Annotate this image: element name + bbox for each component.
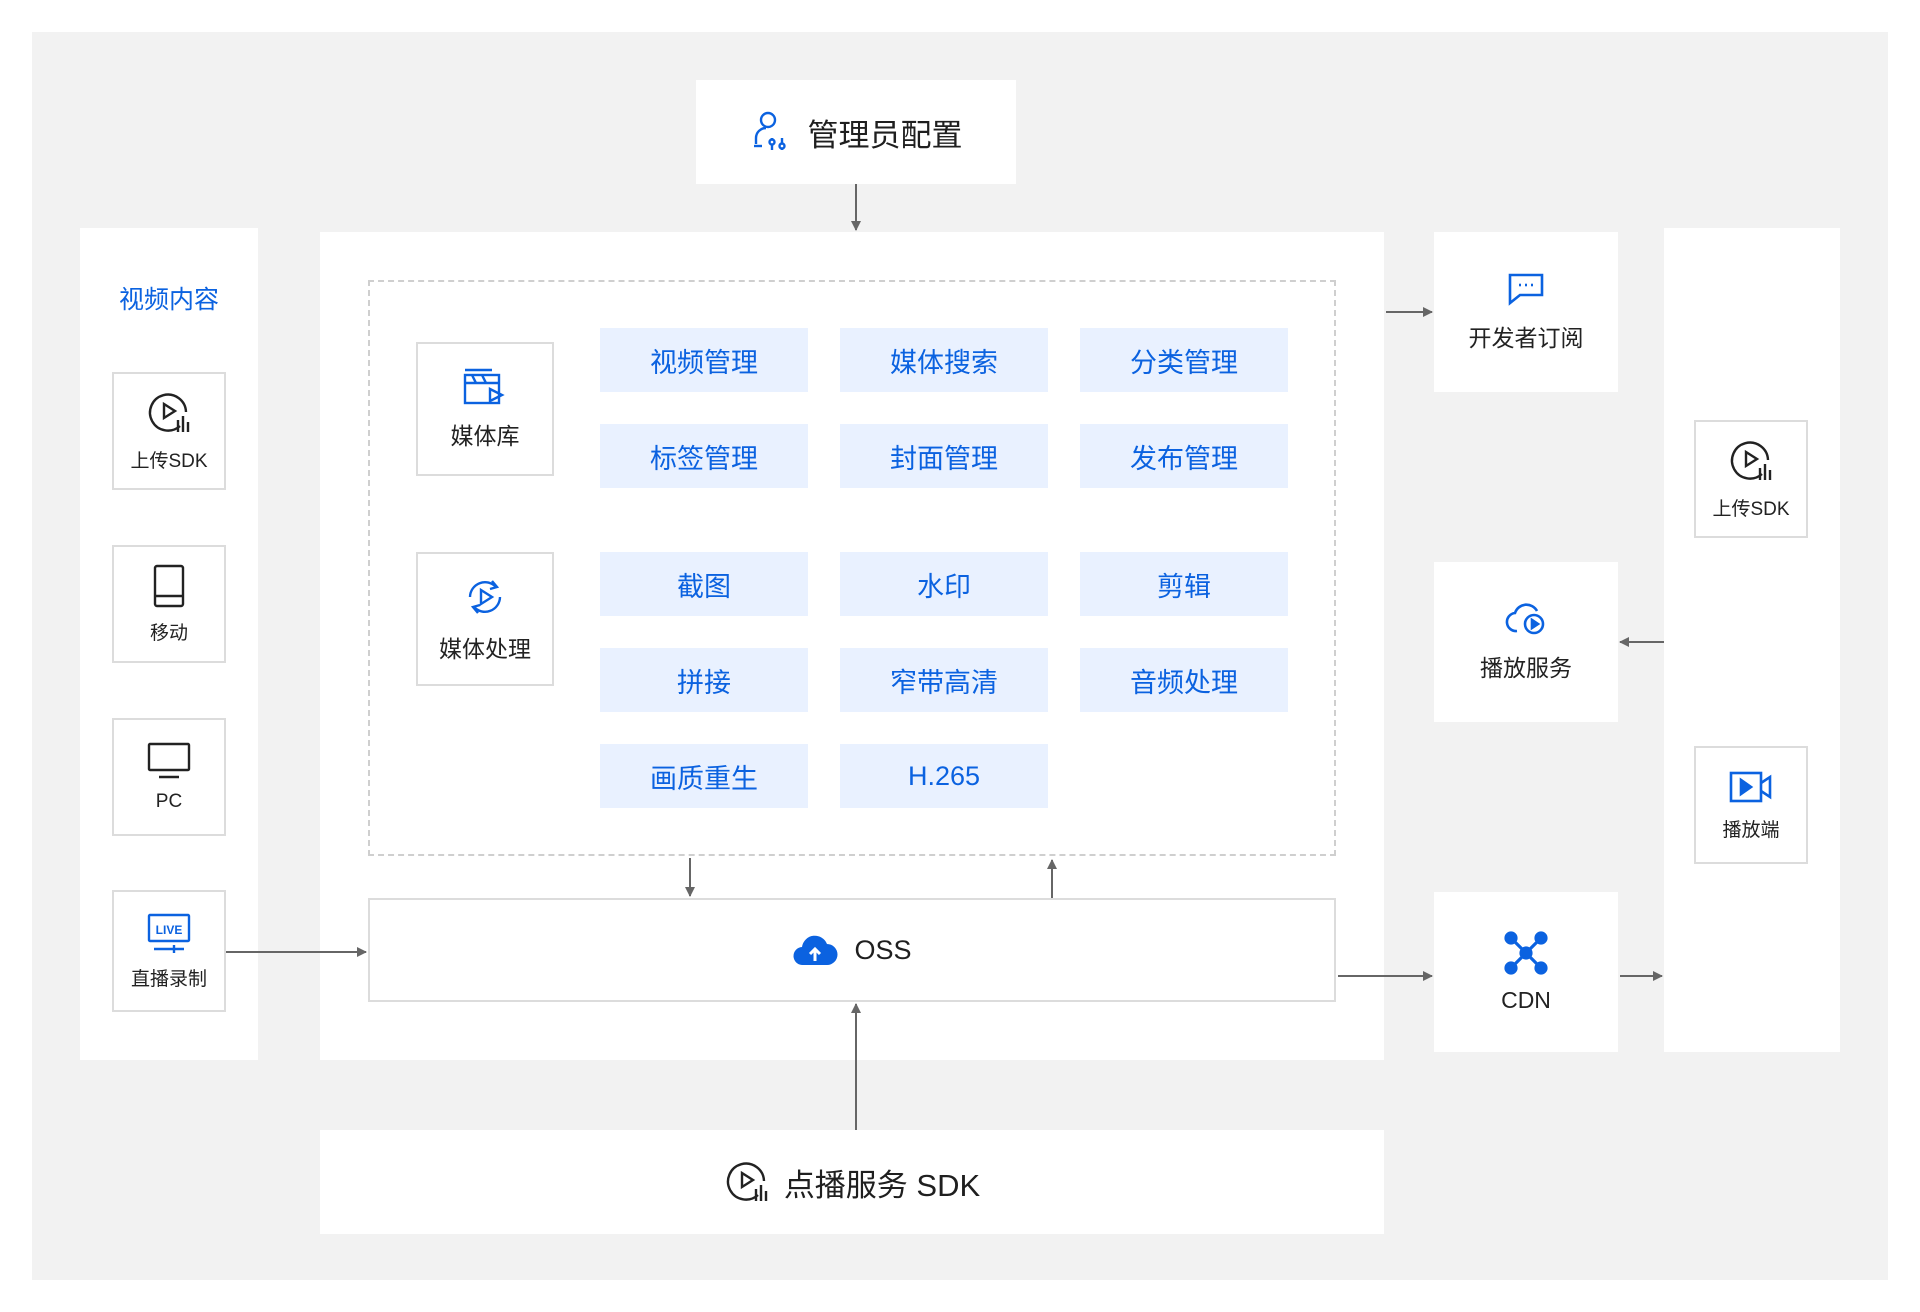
feature-quality-rebirth: 画质重生 (600, 744, 808, 808)
client-player: 播放端 (1694, 746, 1808, 864)
media-library-card: 媒体库 (416, 342, 554, 476)
video-content-title: 视频内容 (118, 286, 219, 314)
client-label: 播放端 (1722, 819, 1780, 841)
developer-subscription-box: 开发者订阅 (1434, 232, 1618, 392)
admin-config-label: 管理员配置 (807, 117, 963, 153)
cdn-label: CDN (1501, 986, 1551, 1013)
feature-tag-management: 标签管理 (600, 424, 808, 488)
feature-editing: 剪辑 (1080, 552, 1288, 616)
feature-media-search: 媒体搜索 (840, 328, 1048, 392)
client-panel (1664, 228, 1840, 1052)
feature-category-management: 分类管理 (1080, 328, 1288, 392)
upload-sdk-icon (146, 390, 192, 436)
mobile-icon (152, 564, 186, 608)
playback-service-label: 播放服务 (1480, 655, 1572, 681)
media-processing-card: 媒体处理 (416, 552, 554, 686)
feature-video-management: 视频管理 (600, 328, 808, 392)
cdn-box: CDN (1434, 892, 1618, 1052)
admin-config-box: 管理员配置 (696, 80, 1016, 184)
cloud-play-icon (1503, 601, 1549, 637)
oss-label: OSS (854, 934, 912, 965)
message-icon (1506, 271, 1546, 307)
feature-narrowband-hd: 窄带高清 (840, 648, 1048, 712)
feature-splicing: 拼接 (600, 648, 808, 712)
content-source-label: PC (155, 791, 183, 812)
oss-storage-box: OSS (368, 898, 1336, 1002)
developer-subscription-label: 开发者订阅 (1468, 325, 1584, 351)
feature-cover-management: 封面管理 (840, 424, 1048, 488)
feature-publish-management: 发布管理 (1080, 424, 1288, 488)
clapperboard-icon (462, 367, 508, 407)
client-label: 上传SDK (1712, 498, 1790, 520)
vod-sdk-box: 点播服务 SDK (320, 1130, 1384, 1234)
media-library-label: 媒体库 (450, 423, 520, 449)
process-play-icon (462, 574, 508, 620)
content-source-mobile: 移动 (112, 545, 226, 663)
content-source-upload-sdk: 上传SDK (112, 372, 226, 490)
feature-watermark: 水印 (840, 552, 1048, 616)
player-icon (1728, 769, 1774, 805)
admin-settings-icon (750, 110, 790, 154)
svg-text:LIVE: LIVE (156, 923, 183, 937)
network-icon (1503, 930, 1549, 975)
feature-h265: H.265 (840, 744, 1048, 808)
content-source-label: 移动 (149, 622, 188, 644)
feature-screenshot: 截图 (600, 552, 808, 616)
media-processing-label: 媒体处理 (439, 636, 531, 662)
vod-sdk-label: 点播服务 SDK (783, 1167, 981, 1203)
cloud-upload-icon (792, 933, 838, 967)
feature-audio-processing: 音频处理 (1080, 648, 1288, 712)
vod-sdk-icon (724, 1159, 770, 1205)
content-source-live-recording: LIVE 直播录制 (112, 890, 226, 1012)
content-source-label: 上传SDK (130, 450, 208, 472)
content-source-pc: PC (112, 718, 226, 836)
live-icon: LIVE (146, 912, 192, 954)
upload-sdk-icon (1728, 438, 1774, 484)
content-source-label: 直播录制 (130, 968, 207, 990)
monitor-icon (146, 741, 192, 781)
client-upload-sdk: 上传SDK (1694, 420, 1808, 538)
playback-service-box: 播放服务 (1434, 562, 1618, 722)
